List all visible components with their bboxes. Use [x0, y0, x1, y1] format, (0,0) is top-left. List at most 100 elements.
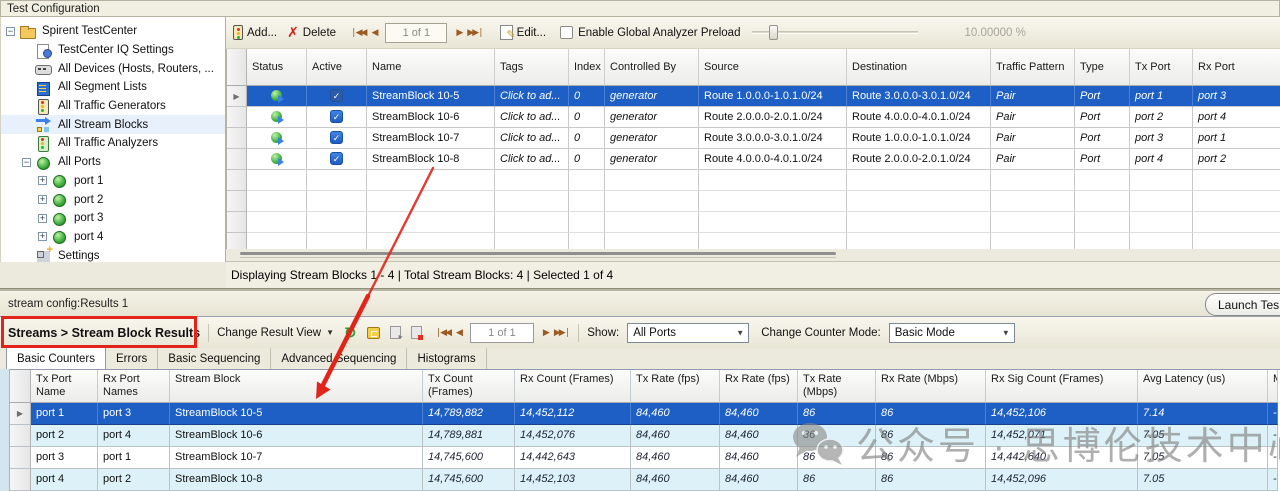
cell-source[interactable]: Route 1.0.0.0-1.0.1.0/24 — [699, 86, 847, 107]
tab-histograms[interactable]: Histograms — [407, 348, 487, 369]
row-selector-cell[interactable] — [10, 447, 31, 469]
row-selector-cell[interactable] — [227, 212, 247, 233]
cell-index[interactable]: 0 — [569, 86, 605, 107]
empty-cell[interactable] — [569, 170, 605, 191]
cell-tx-rate-fps[interactable]: 84,460 — [631, 425, 720, 447]
cell-rx_port[interactable]: port 2 — [1193, 149, 1280, 170]
slider-thumb[interactable] — [769, 24, 779, 40]
cell-tags[interactable]: Click to ad... — [495, 149, 569, 170]
row-selector-cell[interactable]: ▶ — [227, 86, 247, 107]
empty-cell[interactable] — [1193, 170, 1280, 191]
save-results-icon[interactable] — [389, 326, 403, 341]
cell-rx-rate-mbps[interactable]: 86 — [876, 425, 986, 447]
empty-cell[interactable] — [495, 191, 569, 212]
column-header-tx-rate-fps[interactable]: Tx Rate (fps) — [631, 370, 720, 403]
cell-rx-port-names[interactable]: port 2 — [98, 469, 170, 491]
cell-status[interactable] — [247, 107, 307, 128]
cell-tags[interactable]: Click to ad... — [495, 128, 569, 149]
column-header-name[interactable]: Name — [367, 49, 495, 86]
cell-rx-rate-mbps[interactable]: 86 — [876, 469, 986, 491]
preload-slider[interactable] — [752, 24, 919, 41]
tree-item-all-traffic-analyzers[interactable]: All Traffic Analyzers — [1, 134, 225, 153]
column-header-tx-port-name[interactable]: Tx Port Name — [31, 370, 98, 403]
cell-name[interactable]: StreamBlock 10-7 — [367, 128, 495, 149]
counter-mode-select[interactable]: Basic Mode ▼ — [888, 322, 1015, 343]
results-last-page-button[interactable]: ▶▶❘ — [554, 327, 571, 338]
cell-stream-block[interactable]: StreamBlock 10-5 — [170, 403, 423, 425]
last-page-button[interactable]: ▶▶❘ — [467, 27, 484, 38]
empty-row[interactable] — [227, 191, 1280, 212]
cell-controlled_by[interactable]: generator — [605, 86, 699, 107]
empty-cell[interactable] — [1075, 191, 1130, 212]
empty-cell[interactable] — [1193, 212, 1280, 233]
cell-rx-rate-fps[interactable]: 84,460 — [720, 469, 798, 491]
cell-stream-block[interactable]: StreamBlock 10-7 — [170, 447, 423, 469]
cell-rx-port-names[interactable]: port 3 — [98, 403, 170, 425]
results-row-4[interactable]: port 4 port 2 StreamBlock 10-8 14,745,600 14… — [10, 469, 1280, 491]
empty-cell[interactable] — [699, 191, 847, 212]
results-row-3[interactable]: port 3 port 1 StreamBlock 10-7 14,745,600 14… — [10, 447, 1280, 469]
cell-pattern[interactable]: Pair — [991, 107, 1075, 128]
tree-item-testcenter-iq-settings[interactable]: TestCenter IQ Settings — [1, 41, 225, 60]
cell-rx-rate-fps[interactable]: 84,460 — [720, 403, 798, 425]
empty-cell[interactable] — [307, 212, 367, 233]
column-header-source[interactable]: Source — [699, 49, 847, 86]
collapse-icon[interactable]: − — [6, 26, 15, 36]
cell-source[interactable]: Route 3.0.0.0-3.0.1.0/24 — [699, 128, 847, 149]
cell-avg-latency[interactable]: 7.05 — [1138, 469, 1268, 491]
empty-cell[interactable] — [605, 191, 699, 212]
tree-item-spirent-testcenter[interactable]: − Spirent TestCenter — [1, 22, 225, 41]
column-header-rx_port[interactable]: Rx Port — [1193, 49, 1280, 86]
empty-cell[interactable] — [247, 191, 307, 212]
expand-icon[interactable]: + — [38, 213, 47, 223]
empty-cell[interactable] — [847, 170, 991, 191]
cell-tx-port-name[interactable]: port 1 — [31, 403, 98, 425]
cell-tx_port[interactable]: port 1 — [1130, 86, 1193, 107]
empty-row[interactable] — [227, 212, 1280, 233]
active-checkbox[interactable]: ✓ — [330, 110, 343, 123]
cell-tx-rate-mbps[interactable]: 86 — [798, 425, 876, 447]
cell-stream-block[interactable]: StreamBlock 10-6 — [170, 425, 423, 447]
empty-cell[interactable] — [1193, 191, 1280, 212]
collapse-icon[interactable]: − — [22, 157, 31, 167]
cell-tx-count[interactable]: 14,745,600 — [423, 447, 515, 469]
add-button[interactable]: Add... — [233, 25, 277, 40]
empty-cell[interactable] — [847, 212, 991, 233]
empty-row[interactable] — [227, 170, 1280, 191]
cell-min-latency[interactable]: - — [1268, 425, 1278, 447]
cell-rx-rate-mbps[interactable]: 86 — [876, 403, 986, 425]
expand-icon[interactable]: + — [38, 176, 47, 186]
column-header-tx-rate-mbps[interactable]: Tx Rate (Mbps) — [798, 370, 876, 403]
row-selector-cell[interactable] — [227, 149, 247, 170]
results-vscrollbar[interactable] — [0, 369, 10, 491]
empty-cell[interactable] — [699, 170, 847, 191]
column-header-type[interactable]: Type — [1075, 49, 1130, 86]
cell-tx-rate-fps[interactable]: 84,460 — [631, 403, 720, 425]
cell-rx-count[interactable]: 14,452,112 — [515, 403, 631, 425]
row-selector-cell[interactable] — [227, 128, 247, 149]
empty-cell[interactable] — [307, 191, 367, 212]
cell-name[interactable]: StreamBlock 10-5 — [367, 86, 495, 107]
cell-rx-sig-count[interactable]: 14,452,106 — [986, 403, 1138, 425]
empty-cell[interactable] — [247, 212, 307, 233]
cell-rx_port[interactable]: port 4 — [1193, 107, 1280, 128]
cell-rx-port-names[interactable]: port 1 — [98, 447, 170, 469]
column-header-destination[interactable]: Destination — [847, 49, 991, 86]
column-header-tx_port[interactable]: Tx Port — [1130, 49, 1193, 86]
tree-item-all-traffic-generators[interactable]: All Traffic Generators — [1, 97, 225, 116]
cell-destination[interactable]: Route 2.0.0.0-2.0.1.0/24 — [847, 149, 991, 170]
column-header-active[interactable]: Active — [307, 49, 367, 86]
tab-basic-sequencing[interactable]: Basic Sequencing — [158, 348, 272, 369]
column-header-pattern[interactable]: Traffic Pattern — [991, 49, 1075, 86]
cell-type[interactable]: Port — [1075, 86, 1130, 107]
row-selector-cell[interactable] — [227, 191, 247, 212]
tab-advanced-sequencing[interactable]: Advanced Sequencing — [271, 348, 408, 369]
stream-block-row-1[interactable]: ▶ ✓ StreamBlock 10-5 Click to ad... 0 generat… — [227, 86, 1280, 107]
column-header-avg-latency[interactable]: Avg Latency (us) — [1138, 370, 1268, 403]
cell-index[interactable]: 0 — [569, 149, 605, 170]
cell-status[interactable] — [247, 86, 307, 107]
cell-tx-count[interactable]: 14,789,882 — [423, 403, 515, 425]
empty-cell[interactable] — [495, 212, 569, 233]
cell-rx-sig-count[interactable]: 14,452,096 — [986, 469, 1138, 491]
results-previous-page-button[interactable]: ◀ — [456, 327, 463, 338]
